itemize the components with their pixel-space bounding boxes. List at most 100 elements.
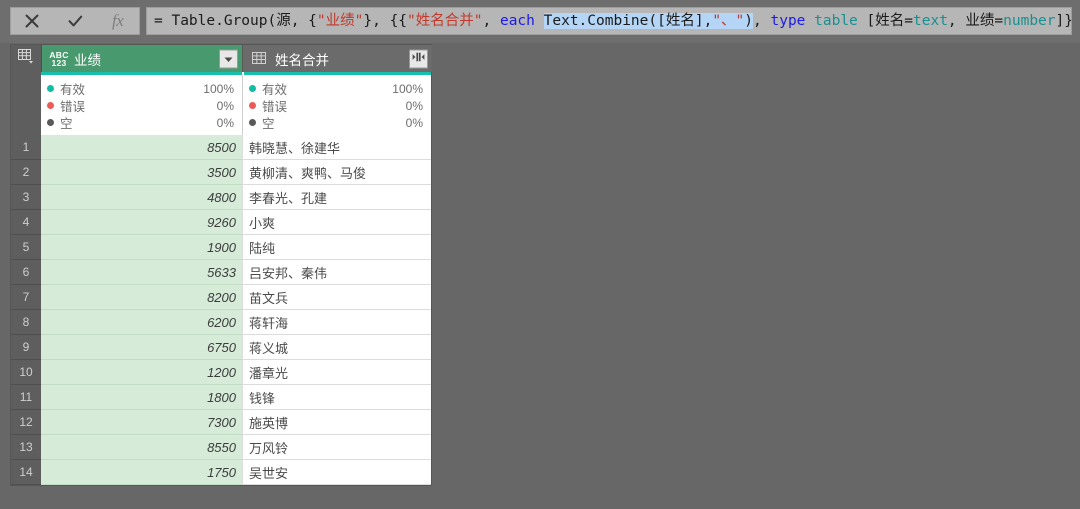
- formula-token: = Table.Group(源, {: [154, 13, 317, 29]
- cell-yeji[interactable]: 9260: [41, 210, 242, 235]
- formula-token: [姓名=: [857, 13, 913, 29]
- cell-xingminghebing[interactable]: 李春光、孔建: [242, 185, 431, 210]
- row-number[interactable]: 1: [11, 135, 41, 160]
- formula-text: = Table.Group(源, {"业绩"}, {{"姓名合并", each …: [154, 8, 1071, 34]
- cell-xingminghebing[interactable]: 万风铃: [242, 435, 431, 460]
- cell-yeji[interactable]: 5633: [41, 260, 242, 285]
- cell-xingminghebing[interactable]: 吕安邦、秦伟: [242, 260, 431, 285]
- quality-panel-yeji: 有效 100% 错误 0% 空 0%: [41, 75, 242, 135]
- table-row[interactable]: 8 6200 蒋轩海: [11, 310, 431, 335]
- cell-xingminghebing[interactable]: 蒋义城: [242, 335, 431, 360]
- cell-xingminghebing[interactable]: 吴世安: [242, 460, 431, 485]
- quality-value: 0%: [405, 98, 423, 113]
- table-row[interactable]: 11 1800 钱锋: [11, 385, 431, 410]
- row-number[interactable]: 7: [11, 285, 41, 310]
- row-number[interactable]: 2: [11, 160, 41, 185]
- formula-token: "姓名合并": [407, 13, 483, 29]
- empty-dot-icon: [249, 119, 256, 126]
- cell-xingminghebing[interactable]: 潘章光: [242, 360, 431, 385]
- row-number[interactable]: 6: [11, 260, 41, 285]
- quality-label: 空: [60, 117, 73, 131]
- check-icon: [68, 14, 83, 28]
- table-row[interactable]: 5 1900 陆纯: [11, 235, 431, 260]
- cell-yeji[interactable]: 1800: [41, 385, 242, 410]
- column-header-yeji[interactable]: ABC 123 业绩: [42, 45, 242, 72]
- quality-value: 100%: [203, 81, 234, 96]
- formula-token: "业绩": [316, 13, 364, 29]
- cell-xingminghebing[interactable]: 陆纯: [242, 235, 431, 260]
- cell-yeji[interactable]: 8500: [41, 135, 242, 160]
- row-number[interactable]: 14: [11, 460, 41, 485]
- expand-columns-button[interactable]: [409, 49, 428, 68]
- cell-xingminghebing[interactable]: 钱锋: [242, 385, 431, 410]
- cell-xingminghebing[interactable]: 苗文兵: [242, 285, 431, 310]
- cell-xingminghebing[interactable]: 韩晓慧、徐建华: [242, 135, 431, 160]
- row-number[interactable]: 12: [11, 410, 41, 435]
- error-dot-icon: [249, 102, 256, 109]
- table-row[interactable]: 1 8500 韩晓慧、徐建华: [11, 135, 431, 160]
- select-all-corner[interactable]: [11, 45, 42, 72]
- cell-yeji[interactable]: 4800: [41, 185, 242, 210]
- quality-panel-xingminghebing: 有效 100% 错误 0% 空 0%: [242, 75, 431, 135]
- table-row[interactable]: 10 1200 潘章光: [11, 360, 431, 385]
- table-row[interactable]: 2 3500 黄柳清、爽鸭、马俊: [11, 160, 431, 185]
- insert-function-button[interactable]: fx: [96, 8, 139, 34]
- formula-bar: fx = Table.Group(源, {"业绩"}, {{"姓名合并", ea…: [0, 0, 1080, 43]
- cell-yeji[interactable]: 1200: [41, 360, 242, 385]
- quality-stat-error: 错误 0%: [47, 97, 234, 114]
- table-row[interactable]: 9 6750 蒋义城: [11, 335, 431, 360]
- table-row[interactable]: 3 4800 李春光、孔建: [11, 185, 431, 210]
- table-row[interactable]: 6 5633 吕安邦、秦伟: [11, 260, 431, 285]
- quality-value: 0%: [405, 115, 423, 130]
- formula-token: "、": [712, 13, 745, 29]
- table-body: 1 8500 韩晓慧、徐建华 2 3500 黄柳清、爽鸭、马俊 3 4800 李春光、孔建 4 92…: [11, 135, 431, 485]
- formula-token: [535, 13, 544, 29]
- cell-xingminghebing[interactable]: 施英博: [242, 410, 431, 435]
- table-row[interactable]: 13 8550 万风铃: [11, 435, 431, 460]
- column-header-label: 业绩: [74, 52, 101, 68]
- row-number[interactable]: 13: [11, 435, 41, 460]
- formula-token: [805, 13, 814, 29]
- cell-yeji[interactable]: 7300: [41, 410, 242, 435]
- quality-value: 100%: [392, 81, 423, 96]
- formula-token: ): [744, 13, 754, 29]
- empty-dot-icon: [47, 119, 54, 126]
- row-number[interactable]: 5: [11, 235, 41, 260]
- row-number[interactable]: 4: [11, 210, 41, 235]
- formula-token: table: [814, 13, 858, 29]
- column-filter-button[interactable]: [219, 49, 238, 68]
- column-header-xingminghebing[interactable]: 姓名合并: [242, 45, 432, 72]
- formula-bar-buttons: fx: [10, 7, 140, 35]
- row-number[interactable]: 3: [11, 185, 41, 210]
- cell-yeji[interactable]: 3500: [41, 160, 242, 185]
- cell-xingminghebing[interactable]: 小爽: [242, 210, 431, 235]
- confirm-button[interactable]: [54, 8, 97, 34]
- formula-input[interactable]: = Table.Group(源, {"业绩"}, {{"姓名合并", each …: [146, 7, 1072, 35]
- data-grid: ABC 123 业绩 姓名合并 有效 100% 错误 0% 空 0% 有效 10…: [10, 44, 432, 486]
- table-row[interactable]: 7 8200 苗文兵: [11, 285, 431, 310]
- close-icon: [25, 14, 39, 28]
- formula-token: Text.Combine([姓名],: [543, 13, 713, 29]
- cell-yeji[interactable]: 8550: [41, 435, 242, 460]
- cell-xingminghebing[interactable]: 黄柳清、爽鸭、马俊: [242, 160, 431, 185]
- formula-token: , 业绩=: [947, 13, 1004, 29]
- column-header-label: 姓名合并: [275, 52, 329, 68]
- cell-yeji[interactable]: 8200: [41, 285, 242, 310]
- cell-yeji[interactable]: 6750: [41, 335, 242, 360]
- row-number[interactable]: 8: [11, 310, 41, 335]
- cancel-button[interactable]: [11, 8, 54, 34]
- cell-yeji[interactable]: 6200: [41, 310, 242, 335]
- formula-token: number: [1003, 13, 1056, 29]
- table-row[interactable]: 14 1750 吴世安: [11, 460, 431, 485]
- cell-yeji[interactable]: 1900: [41, 235, 242, 260]
- row-number[interactable]: 10: [11, 360, 41, 385]
- row-number[interactable]: 11: [11, 385, 41, 410]
- table-row[interactable]: 12 7300 施英博: [11, 410, 431, 435]
- table-row[interactable]: 4 9260 小爽: [11, 210, 431, 235]
- cell-yeji[interactable]: 1750: [41, 460, 242, 485]
- cell-xingminghebing[interactable]: 蒋轩海: [242, 310, 431, 335]
- table-menu-icon: [17, 48, 35, 69]
- formula-token: text: [913, 13, 948, 29]
- row-number[interactable]: 9: [11, 335, 41, 360]
- valid-dot-icon: [47, 85, 54, 92]
